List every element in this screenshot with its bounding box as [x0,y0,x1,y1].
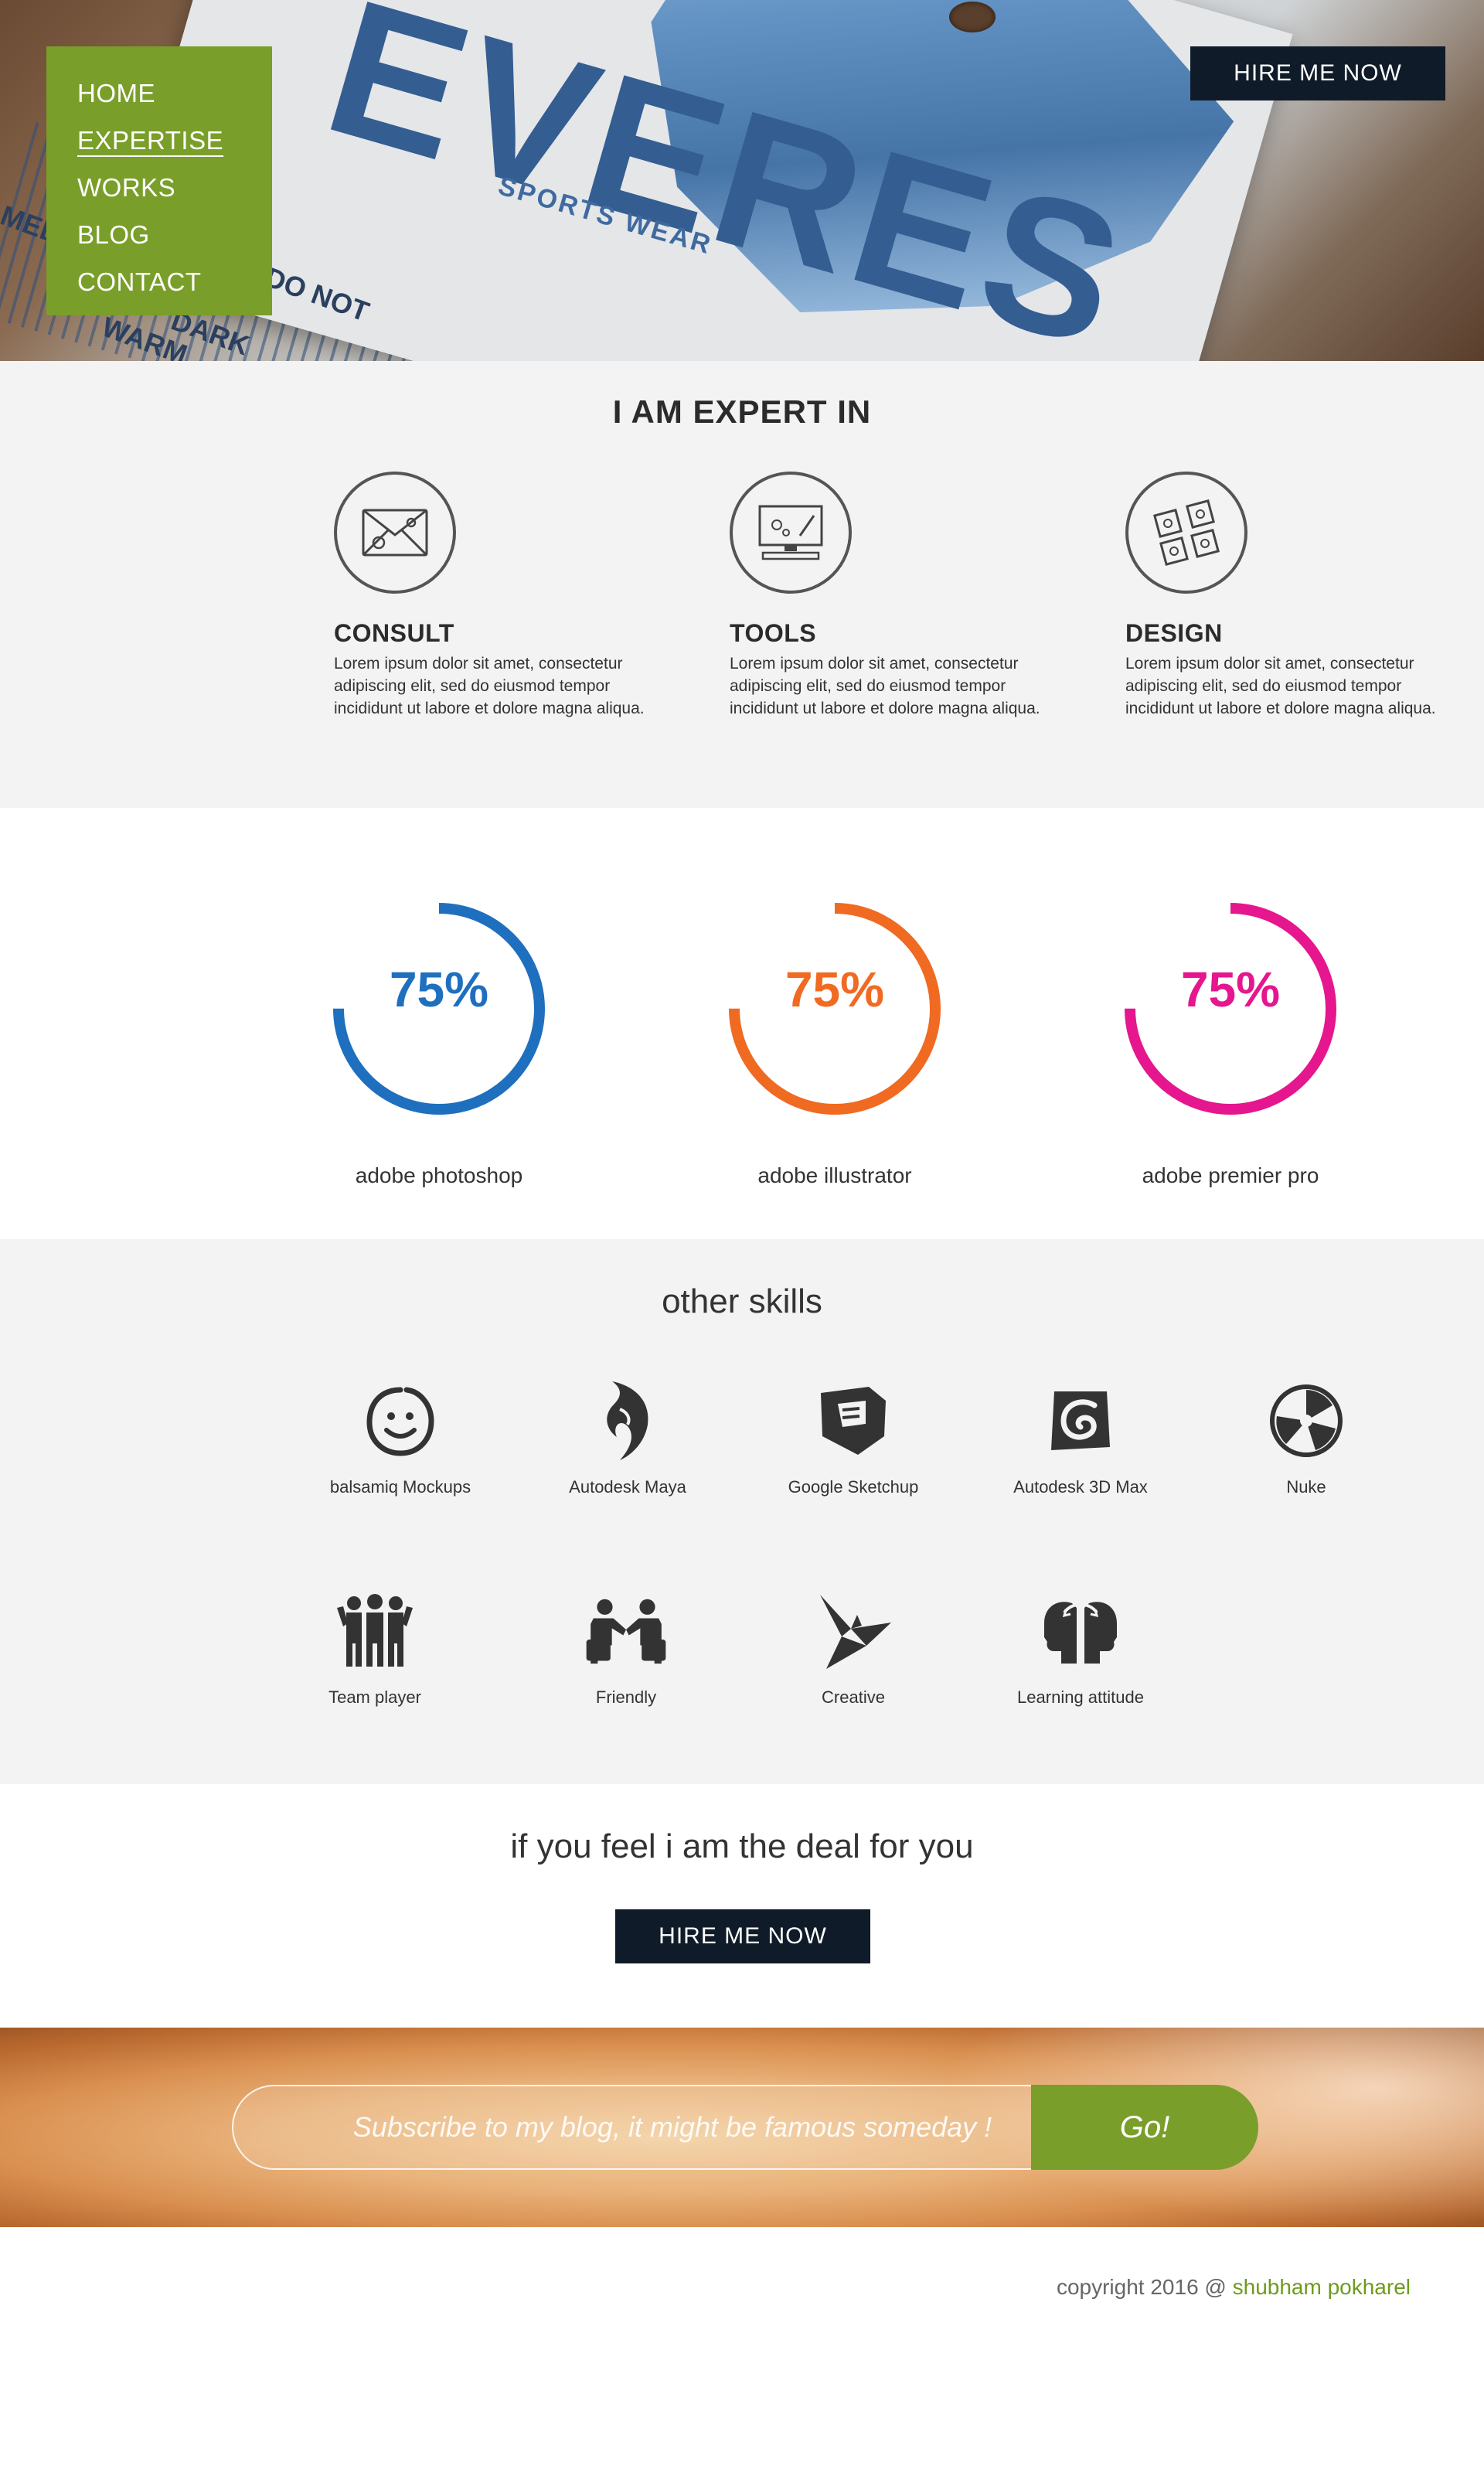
sketchup-icon [811,1378,896,1463]
hire-me-button-header[interactable]: HIRE ME NOW [1190,46,1445,100]
other-skill-item: Creative [753,1589,954,1708]
nav-item-expertise[interactable]: EXPERTISE [77,117,272,164]
smiley-icon [358,1378,443,1463]
expertise-item-text: Lorem ipsum dolor sit amet, consectetur … [1125,655,1436,717]
nuke-icon [1264,1378,1349,1463]
skill-label: adobe photoshop [355,1163,523,1187]
nav-item-blog[interactable]: BLOG [77,211,272,258]
skill-percentage: 75% [785,962,885,1017]
brain-exchange-icon [1038,1589,1123,1674]
expertise-item-title: CONSULT [334,619,454,647]
skill-gauge-illustrator: 75% adobe illustrator [719,893,951,1188]
skill-label: adobe premier pro [1142,1163,1319,1187]
other-skill-label: Creative [822,1687,885,1707]
skill-percentage: 75% [1180,962,1281,1017]
envelope-icon [334,472,456,594]
other-skill-label: Google Sketchup [788,1477,919,1497]
expertise-section: I AM EXPERT IN CONSULT Lorem ipsum dolor… [0,361,1484,808]
main-nav: HOME EXPERTISE WORKS BLOG CONTACT [46,46,272,315]
maya-icon [585,1378,670,1463]
other-skill-label: Autodesk 3D Max [1013,1477,1148,1497]
handshake-icon [584,1589,669,1674]
other-skill-item: Team player [274,1589,475,1708]
hero-tag-hole [949,2,996,32]
other-skill-label: Nuke [1286,1477,1326,1497]
hero-banner: EVERES SPORTS WEAR DO NOT DARK WARM MED … [0,0,1484,361]
other-skill-item: Learning attitude [980,1589,1181,1708]
expertise-item-tools: TOOLS Lorem ipsum dolor sit amet, consec… [730,472,1054,720]
design-tiles-icon [1125,472,1247,594]
expertise-item-consult: CONSULT Lorem ipsum dolor sit amet, cons… [334,472,659,720]
other-skill-label: Learning attitude [1017,1687,1144,1707]
other-skill-item: Nuke [1206,1378,1407,1497]
subscribe-section: Go! [0,2028,1484,2227]
other-skill-item: Autodesk Maya [527,1378,728,1497]
expertise-item-text: Lorem ipsum dolor sit amet, consectetur … [730,655,1040,717]
skill-gauge-photoshop: 75% adobe photoshop [323,893,555,1188]
expertise-title: I AM EXPERT IN [612,393,872,430]
copyright-prefix: copyright 2016 @ [1056,2275,1233,2299]
expertise-item-text: Lorem ipsum dolor sit amet, consectetur … [334,655,645,717]
other-skill-label: Friendly [595,1687,657,1707]
other-skills-section: other skills balsamiq Mockups Autodesk M… [0,1239,1484,1784]
other-skill-label: Autodesk Maya [569,1477,686,1497]
expertise-item-title: TOOLS [730,619,817,647]
team-icon [332,1589,417,1674]
skill-percentage: 75% [389,962,489,1017]
subscribe-email-input[interactable] [232,2085,1067,2170]
subscribe-go-button[interactable]: Go! [1031,2085,1258,2170]
skill-label: adobe illustrator [757,1163,912,1187]
expertise-item-design: DESIGN Lorem ipsum dolor sit amet, conse… [1125,472,1450,720]
nav-item-home[interactable]: HOME [77,70,272,117]
cta-section: if you feel i am the deal for you HIRE M… [0,1784,1484,2028]
skill-gauge-premiere: 75% adobe premier pro [1115,893,1346,1188]
nav-item-works[interactable]: WORKS [77,164,272,211]
author-link[interactable]: shubham pokharel [1233,2275,1411,2299]
other-skill-label: Team player [328,1687,421,1707]
origami-bird-icon [811,1589,896,1674]
other-skills-title: other skills [662,1282,822,1320]
other-skill-item: Friendly [526,1589,727,1708]
other-skill-item: Autodesk 3D Max [980,1378,1181,1497]
nav-item-contact[interactable]: CONTACT [77,258,272,305]
copyright-text: copyright 2016 @ shubham pokharel [1057,2275,1411,2300]
other-skill-item: balsamiq Mockups [300,1378,501,1497]
3ds-max-icon [1038,1378,1123,1463]
other-skill-label: balsamiq Mockups [329,1477,471,1497]
footer: copyright 2016 @ shubham pokharel [0,2227,1484,2486]
other-skill-item: Google Sketchup [753,1378,954,1497]
expertise-item-title: DESIGN [1125,619,1223,647]
cta-text: if you feel i am the deal for you [510,1827,974,1865]
hire-me-button-cta[interactable]: HIRE ME NOW [615,1909,870,1963]
monitor-icon [730,472,852,594]
software-skills-section: 75% adobe photoshop 75% adobe illustrato… [0,808,1484,1239]
